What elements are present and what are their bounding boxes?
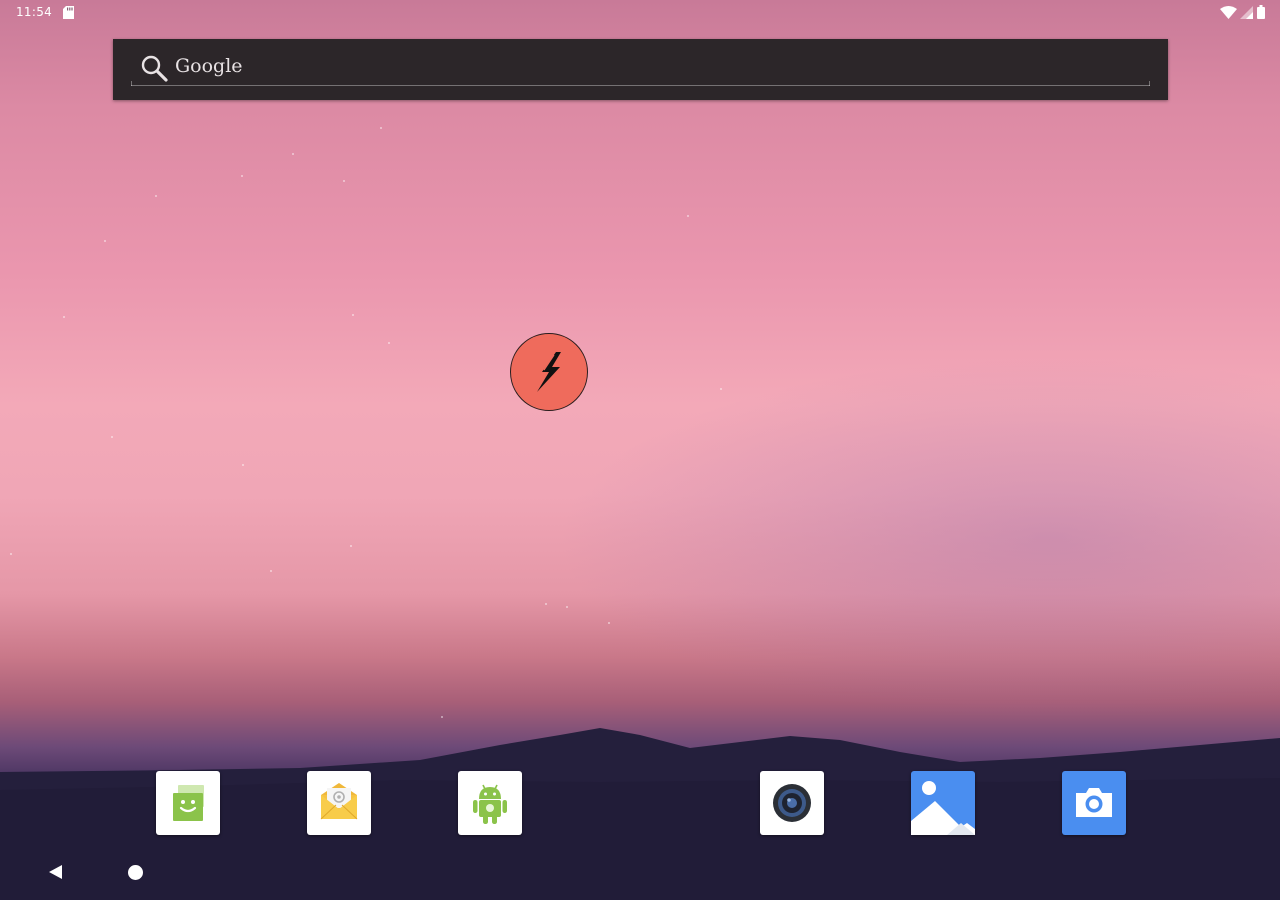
search-icon <box>141 55 168 82</box>
search-underline <box>131 81 1150 86</box>
search-label: Google <box>175 55 243 77</box>
status-bar: 11:54 <box>0 0 1280 26</box>
email-icon <box>320 783 358 820</box>
music-icon <box>773 784 811 822</box>
camera-icon <box>1076 788 1112 817</box>
android-icon <box>473 784 507 824</box>
flash-app-button[interactable] <box>510 333 588 411</box>
back-icon[interactable] <box>46 863 64 881</box>
lightning-bolt-icon <box>537 352 561 392</box>
signal-icon <box>1240 6 1253 19</box>
dock-app-camera[interactable] <box>1062 771 1126 835</box>
status-time: 11:54 <box>16 5 53 19</box>
google-search-widget[interactable]: Google <box>113 39 1168 100</box>
wifi-icon <box>1220 6 1237 19</box>
sd-card-icon <box>63 6 74 19</box>
dock-app-gallery[interactable] <box>911 771 975 835</box>
home-screen: 11:54 Google <box>0 0 1280 900</box>
dock-app-store[interactable] <box>156 771 220 835</box>
gallery-icon <box>911 781 975 835</box>
dock-app-email[interactable] <box>307 771 371 835</box>
battery-icon <box>1257 5 1265 19</box>
store-icon <box>173 785 204 821</box>
home-icon[interactable] <box>128 865 143 880</box>
wallpaper-mountains <box>0 728 1280 900</box>
dock-app-music[interactable] <box>760 771 824 835</box>
dock-app-android[interactable] <box>458 771 522 835</box>
